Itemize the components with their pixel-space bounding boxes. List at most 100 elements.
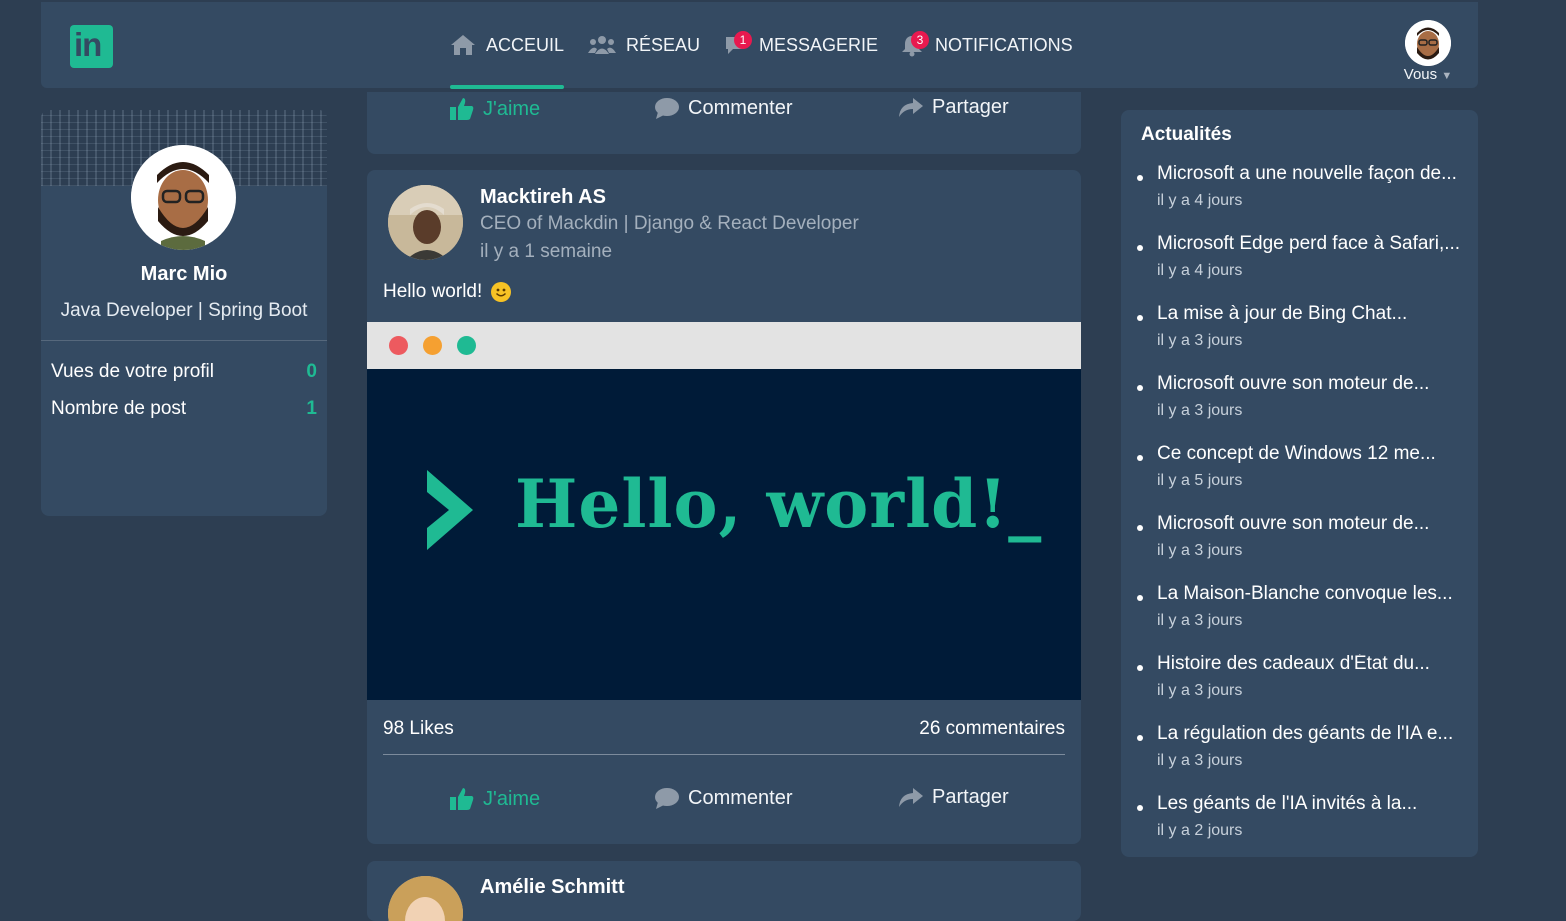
post-text: Hello world! bbox=[383, 281, 512, 303]
nav-network[interactable]: RÉSEAU bbox=[588, 2, 700, 88]
comments-count[interactable]: 26 commentaires bbox=[919, 718, 1065, 740]
news-item[interactable]: Ce concept de Windows 12 me... il y a 5 j… bbox=[1121, 444, 1478, 514]
comment-button[interactable]: Commenter bbox=[654, 786, 792, 810]
thumbs-up-icon bbox=[450, 98, 474, 120]
post-author-avatar[interactable] bbox=[388, 185, 463, 260]
logo-text: in bbox=[74, 26, 102, 63]
stat-label: Vues de votre profil bbox=[51, 361, 214, 382]
stat-value: 0 bbox=[306, 361, 317, 382]
home-icon bbox=[451, 35, 475, 55]
comment-label: Commenter bbox=[688, 786, 793, 809]
nav-messaging[interactable]: MESSAGERIE 1 bbox=[723, 2, 878, 88]
profile-card: Marc Mio Java Developer | Spring Boot Vu… bbox=[41, 110, 327, 516]
divider bbox=[383, 754, 1065, 755]
nav-messaging-label: MESSAGERIE bbox=[759, 34, 879, 55]
news-item[interactable]: Histoire des cadeaux d'État du... il y a … bbox=[1121, 654, 1478, 724]
news-title: La mise à jour de Bing Chat... bbox=[1157, 304, 1408, 324]
profile-title: Java Developer | Spring Boot bbox=[60, 300, 308, 321]
caret-down-icon: ▼ bbox=[1441, 70, 1453, 82]
news-title: La Maison-Blanche convoque les... bbox=[1157, 584, 1453, 604]
messaging-badge: 1 bbox=[734, 31, 752, 49]
post-image-text: Hello, world!_ bbox=[515, 465, 1043, 543]
share-icon bbox=[899, 97, 923, 117]
nav-home[interactable]: ACCEUIL bbox=[450, 2, 565, 89]
post-author-avatar[interactable] bbox=[388, 876, 463, 921]
news-item[interactable]: La régulation des géants de l'IA e... il … bbox=[1121, 724, 1478, 794]
smile-emoji-icon bbox=[491, 282, 512, 302]
news-title: Microsoft a une nouvelle façon de... bbox=[1157, 164, 1457, 184]
profile-avatar[interactable] bbox=[131, 145, 236, 250]
post-author-name[interactable]: Amélie Schmitt bbox=[480, 876, 624, 899]
stat-label: Nombre de post bbox=[51, 398, 187, 419]
linkedin-logo[interactable]: in bbox=[70, 25, 113, 68]
notifications-badge: 3 bbox=[911, 31, 929, 49]
news-item[interactable]: Microsoft ouvre son moteur de... il y a 3… bbox=[1121, 514, 1478, 584]
news-item[interactable]: La Maison-Blanche convoque les... il y a … bbox=[1121, 584, 1478, 654]
me-label: Vous ▼ bbox=[1400, 66, 1456, 83]
post-timestamp: il y a 1 semaine bbox=[480, 241, 613, 262]
news-item[interactable]: Microsoft a une nouvelle façon de... il y… bbox=[1121, 164, 1478, 234]
news-item[interactable]: Les géants de l'IA invités à la... il y a… bbox=[1121, 794, 1478, 864]
news-item[interactable]: La mise à jour de Bing Chat... il y a 3 j… bbox=[1121, 304, 1478, 374]
comment-button[interactable]: Commenter bbox=[654, 96, 792, 120]
window-minimize-dot bbox=[423, 336, 442, 355]
news-title: Les géants de l'IA invités à la... bbox=[1157, 794, 1418, 814]
news-time: il y a 4 jours bbox=[1157, 192, 1243, 209]
stat-post-count[interactable]: Nombre de post 1 bbox=[51, 398, 317, 420]
post-author-headline: CEO of Mackdin | Django & React Develope… bbox=[480, 213, 859, 234]
likes-count[interactable]: 98 Likes bbox=[383, 718, 454, 740]
window-maximize-dot bbox=[457, 336, 476, 355]
news-time: il y a 2 jours bbox=[1157, 822, 1243, 839]
me-label-text: Vous bbox=[1403, 66, 1438, 83]
window-close-dot bbox=[389, 336, 408, 355]
me-menu[interactable]: Vous ▼ bbox=[1400, 20, 1456, 83]
nav-notifications-label: NOTIFICATIONS bbox=[935, 34, 1073, 55]
news-time: il y a 3 jours bbox=[1157, 332, 1243, 349]
like-label: J'aime bbox=[483, 787, 541, 810]
window-titlebar bbox=[367, 322, 1081, 369]
next-post-card: Amélie Schmitt bbox=[367, 861, 1081, 921]
news-title: Microsoft ouvre son moteur de... bbox=[1157, 514, 1430, 534]
share-button[interactable]: Partager bbox=[898, 96, 1009, 119]
news-card: Actualités Microsoft a une nouvelle faço… bbox=[1121, 110, 1478, 857]
news-item[interactable]: Microsoft Edge perd face à Safari,... il … bbox=[1121, 234, 1478, 304]
top-navbar: in ACCEUIL RÉSEAU MESSAGERIE 1 NOTIFICAT… bbox=[41, 2, 1478, 89]
like-button[interactable]: J'aime bbox=[449, 786, 540, 812]
like-label: J'aime bbox=[483, 97, 541, 120]
post-stats: 98 Likes 26 commentaires bbox=[383, 718, 1065, 740]
network-icon bbox=[588, 36, 616, 54]
news-time: il y a 3 jours bbox=[1157, 752, 1243, 769]
news-item[interactable]: Microsoft ouvre son moteur de... il y a 3… bbox=[1121, 374, 1478, 444]
prompt-chevron-icon bbox=[427, 470, 473, 550]
news-time: il y a 4 jours bbox=[1157, 262, 1243, 279]
comment-icon bbox=[655, 788, 679, 809]
comment-icon bbox=[655, 98, 679, 119]
share-icon bbox=[899, 787, 923, 807]
news-title: Microsoft ouvre son moteur de... bbox=[1157, 374, 1430, 394]
nav-home-label: ACCEUIL bbox=[486, 34, 565, 55]
avatar bbox=[1405, 20, 1451, 66]
thumbs-up-icon bbox=[450, 788, 474, 810]
share-label: Partager bbox=[932, 96, 1009, 118]
nav-notifications[interactable]: NOTIFICATIONS 3 bbox=[899, 2, 1073, 88]
post-image[interactable]: Hello, world!_ bbox=[367, 322, 1081, 700]
news-time: il y a 3 jours bbox=[1157, 612, 1243, 629]
news-title: Ce concept de Windows 12 me... bbox=[1157, 444, 1436, 464]
news-title: Microsoft Edge perd face à Safari,... bbox=[1157, 234, 1461, 254]
news-title: Histoire des cadeaux d'État du... bbox=[1157, 654, 1430, 674]
post-text-content: Hello world! bbox=[383, 281, 483, 302]
news-time: il y a 3 jours bbox=[1157, 682, 1243, 699]
news-list: Microsoft a une nouvelle façon de... il y… bbox=[1121, 164, 1478, 864]
post-author-name[interactable]: Macktireh AS bbox=[480, 186, 606, 209]
stat-profile-views[interactable]: Vues de votre profil 0 bbox=[51, 361, 317, 383]
nav-network-label: RÉSEAU bbox=[626, 34, 701, 55]
divider bbox=[41, 340, 327, 341]
news-time: il y a 5 jours bbox=[1157, 472, 1243, 489]
news-title: La régulation des géants de l'IA e... bbox=[1157, 724, 1454, 744]
like-button[interactable]: J'aime bbox=[449, 96, 540, 122]
news-time: il y a 3 jours bbox=[1157, 402, 1243, 419]
profile-name[interactable]: Marc Mio bbox=[41, 263, 327, 286]
stat-value: 1 bbox=[306, 398, 317, 419]
share-label: Partager bbox=[932, 786, 1009, 808]
share-button[interactable]: Partager bbox=[898, 786, 1009, 809]
